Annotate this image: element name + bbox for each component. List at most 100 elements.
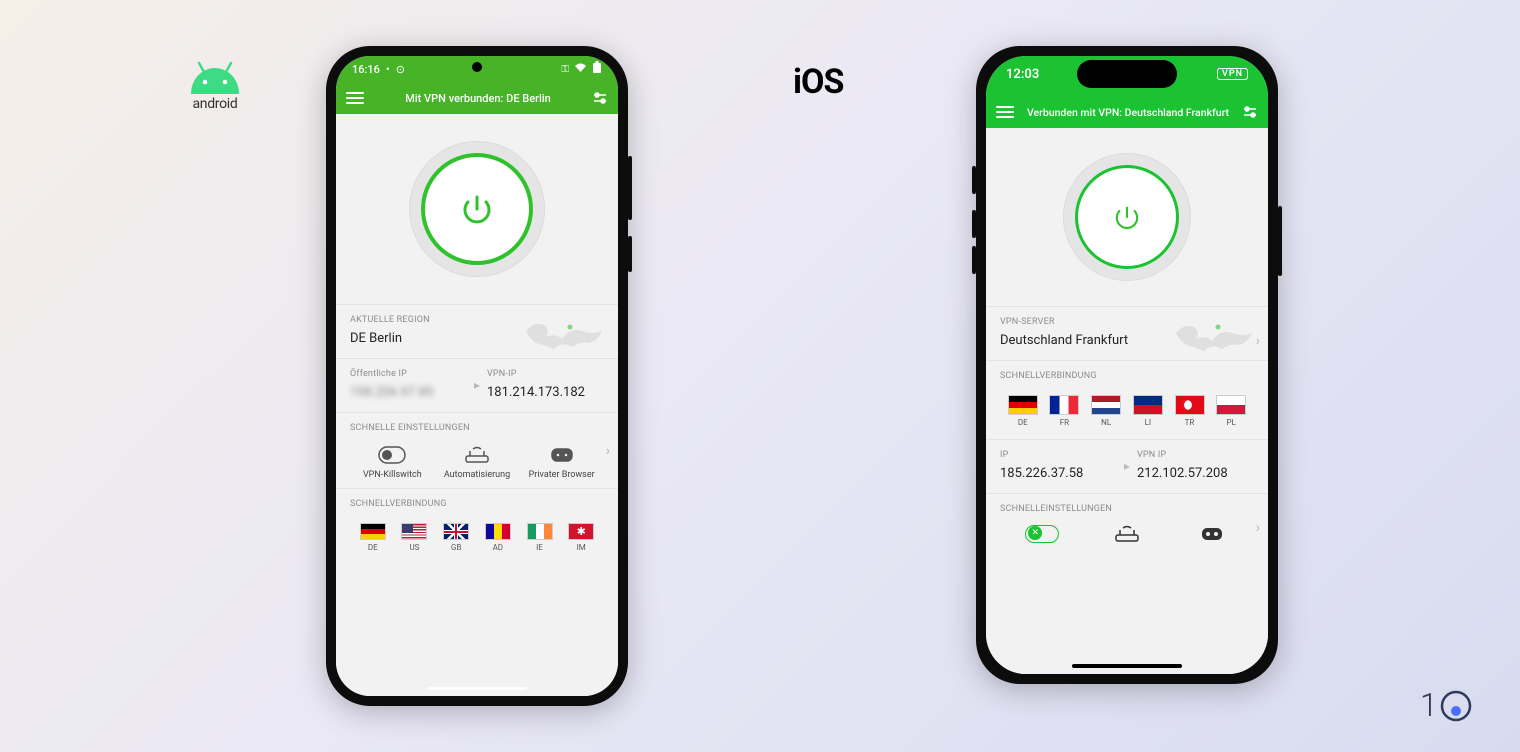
flag-code: TR: [1185, 418, 1195, 427]
android-header-title: Mit VPN verbunden: DE Berlin: [405, 92, 551, 105]
flag-ie-icon: [527, 523, 553, 540]
network-settings-icon[interactable]: [592, 91, 608, 105]
vpn-ip-value: 212.102.57.208: [1137, 466, 1254, 481]
connect-button[interactable]: [1075, 165, 1179, 269]
vpn-ip-label: VPN IP: [1137, 450, 1254, 460]
automation-button[interactable]: Automatisierung: [435, 443, 519, 480]
region-section[interactable]: AKTUELLE REGION DE Berlin: [336, 304, 618, 359]
ios-app-header: Verbunden mit VPN: Deutschland Frankfurt: [986, 96, 1268, 128]
flag-code: US: [409, 543, 419, 552]
connect-button-ring: [1063, 153, 1191, 281]
status-alarm-icon: ⊙: [396, 63, 405, 76]
flag-item-gb[interactable]: GB: [435, 523, 477, 552]
server-section[interactable]: VPN-SERVER Deutschland Frankfurt ›: [986, 306, 1268, 361]
ios-home-indicator[interactable]: [1072, 664, 1182, 668]
ios-status-time: 12:03: [1006, 67, 1039, 82]
android-status-time: 16:16: [352, 63, 380, 76]
chevron-right-icon[interactable]: ›: [606, 443, 610, 459]
mask-icon: [1170, 522, 1254, 546]
router-icon: [1085, 522, 1169, 546]
flag-code: LI: [1145, 418, 1151, 427]
vpn-ip-value: 181.214.173.182: [487, 385, 604, 400]
flag-code: IM: [577, 543, 586, 552]
flag-item-im[interactable]: IM: [560, 523, 602, 552]
world-map-icon: [522, 313, 608, 353]
flag-de-icon: [1008, 395, 1038, 415]
world-map-icon: [1172, 315, 1258, 355]
wifi-icon: [574, 63, 587, 76]
android-flag-row: DE US GB AD IE IM: [350, 515, 604, 552]
flag-li-icon: [1133, 395, 1163, 415]
flag-gb-icon: [443, 523, 469, 540]
flag-item-de[interactable]: DE: [1002, 395, 1044, 427]
killswitch-label: VPN-Killswitch: [363, 470, 422, 480]
flag-code: IE: [536, 543, 543, 552]
flag-item-li[interactable]: LI: [1127, 395, 1169, 427]
flag-code: NL: [1101, 418, 1111, 427]
flag-us-icon: [401, 523, 427, 540]
flag-ad-icon: [485, 523, 511, 540]
menu-button[interactable]: [346, 92, 364, 104]
killswitch-icon: [350, 443, 434, 467]
flag-item-ad[interactable]: AD: [477, 523, 519, 552]
router-icon: [435, 443, 519, 467]
flag-item-nl[interactable]: NL: [1085, 395, 1127, 427]
quick-connect-section: SCHNELLVERBINDUNG DE US GB AD IE IM: [336, 488, 618, 564]
brand-mark-icon: 1: [1420, 686, 1480, 730]
ip-value: 185.226.37.58: [1000, 466, 1117, 481]
status-dot-icon: •: [386, 63, 390, 76]
android-logo: android: [175, 60, 255, 112]
flag-code: AD: [493, 543, 503, 552]
ios-flag-row: DE FR NL LI TR PL: [1000, 387, 1254, 427]
ip-arrow-icon: ▸: [1117, 459, 1137, 473]
flag-item-fr[interactable]: FR: [1044, 395, 1086, 427]
flag-item-us[interactable]: US: [394, 523, 436, 552]
killswitch-button[interactable]: VPN-Killswitch: [350, 443, 434, 480]
flag-code: GB: [451, 543, 461, 552]
chevron-right-icon: ›: [1256, 333, 1260, 349]
private-browser-button[interactable]: [1170, 522, 1254, 549]
quick-connect-label: SCHNELLVERBINDUNG: [350, 499, 604, 509]
svg-text:1: 1: [1420, 686, 1438, 724]
android-app-header: Mit VPN verbunden: DE Berlin: [336, 82, 618, 114]
ip-arrow-icon: ▸: [467, 378, 487, 392]
killswitch-button[interactable]: [1000, 522, 1084, 549]
public-ip-label: Öffentliche IP: [350, 369, 467, 379]
quick-settings-label: SCHNELLE EINSTELLUNGEN: [350, 423, 604, 433]
vpn-ip-label: VPN-IP: [487, 369, 604, 379]
flag-fr-icon: [1049, 395, 1079, 415]
private-browser-label: Privater Browser: [529, 470, 595, 480]
menu-button[interactable]: [996, 106, 1014, 118]
connect-button[interactable]: [421, 153, 533, 265]
ios-label-text: iOS: [793, 62, 843, 102]
flag-item-ie[interactable]: IE: [519, 523, 561, 552]
automation-button[interactable]: [1085, 522, 1169, 549]
connect-button-ring: [409, 141, 545, 277]
flag-code: PL: [1227, 418, 1236, 427]
flag-item-tr[interactable]: TR: [1169, 395, 1211, 427]
network-settings-icon[interactable]: [1242, 105, 1258, 119]
ip-section: Öffentliche IP 198.206.97.89 ▸ VPN-IP 18…: [336, 358, 618, 413]
flag-item-de[interactable]: DE: [352, 523, 394, 552]
android-phone: 16:16 • ⊙ ⚿ Mit VPN verbunden: DE Berlin: [326, 46, 628, 706]
flag-item-pl[interactable]: PL: [1210, 395, 1252, 427]
killswitch-toggle-icon: [1000, 522, 1084, 546]
automation-label: Automatisierung: [444, 470, 510, 480]
flag-de-icon: [360, 523, 386, 540]
vpn-key-icon: ⚿: [561, 64, 569, 75]
chevron-right-icon[interactable]: ›: [1256, 520, 1260, 536]
flag-nl-icon: [1091, 395, 1121, 415]
quick-settings-label: SCHNELLEINSTELLUNGEN: [1000, 504, 1254, 514]
quick-settings-section: SCHNELLEINSTELLUNGEN: [986, 493, 1268, 561]
ios-phone: 12:03 VPN Verbunden mit VPN: Deutschland…: [976, 46, 1278, 684]
flag-pl-icon: [1216, 395, 1246, 415]
flag-code: DE: [1018, 418, 1028, 427]
android-home-indicator[interactable]: [427, 687, 527, 690]
public-ip-value: 198.206.97.89: [350, 385, 467, 400]
vpn-badge: VPN: [1217, 68, 1248, 80]
ip-label: IP: [1000, 450, 1117, 460]
private-browser-button[interactable]: Privater Browser: [520, 443, 604, 480]
flag-tr-icon: [1175, 395, 1205, 415]
flag-code: FR: [1060, 418, 1069, 427]
android-label-text: android: [175, 96, 255, 112]
